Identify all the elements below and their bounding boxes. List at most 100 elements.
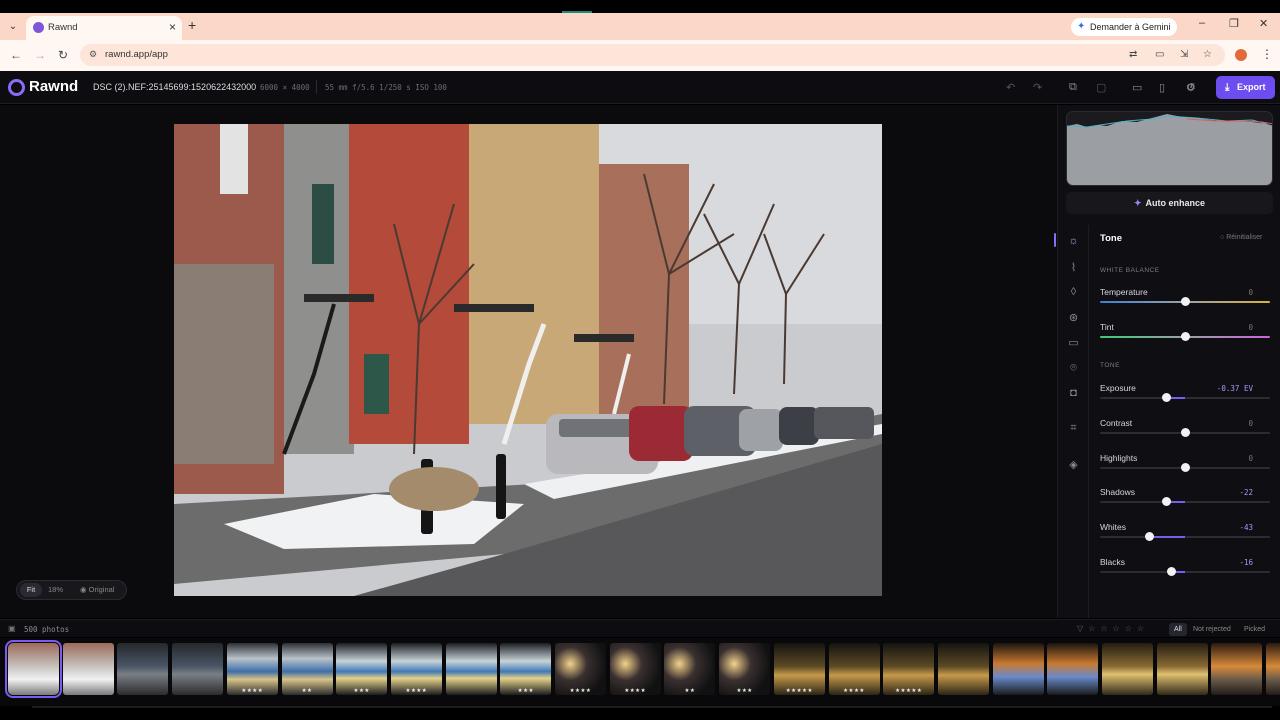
zoom-fit-button[interactable]: Fit — [20, 583, 42, 597]
vignette-icon[interactable]: ◘ — [1058, 387, 1089, 399]
tab-search-icon[interactable]: ⌄ — [6, 20, 20, 34]
detail-icon[interactable]: ▭ — [1058, 336, 1089, 349]
blacks-slider[interactable]: Blacks -16 — [1100, 557, 1270, 587]
slider-value[interactable]: -22 — [1239, 488, 1253, 497]
contrast-slider[interactable]: Contrast 0 — [1100, 418, 1270, 448]
filmstrip-thumbnail[interactable]: ★★★★ — [390, 643, 442, 695]
crop-icon[interactable]: ⌗ — [1058, 422, 1089, 435]
filmstrip-thumbnail[interactable]: ★★★★ — [226, 643, 278, 695]
filmstrip-thumbnail[interactable] — [992, 643, 1044, 695]
browser-tab[interactable]: Rawnd × — [26, 16, 182, 40]
slider-knob[interactable] — [1162, 393, 1172, 402]
exposure-slider[interactable]: Exposure -0.37 EV — [1100, 383, 1270, 413]
filter-not-rejected[interactable]: Not rejected — [1188, 623, 1236, 636]
slider-value[interactable]: 0 — [1248, 288, 1253, 297]
redo-icon[interactable]: ↷ — [1033, 81, 1042, 94]
profile-avatar[interactable] — [1235, 49, 1247, 61]
filter-picked[interactable]: Picked — [1239, 623, 1270, 636]
tone-tool-icon[interactable]: ☼ — [1058, 235, 1089, 247]
layers-icon[interactable]: ◈ — [1058, 458, 1089, 471]
auto-enhance-button[interactable]: ✦ Auto enhance — [1066, 192, 1273, 214]
url-text[interactable]: rawnd.app/app — [105, 49, 168, 60]
forward-icon[interactable]: → — [34, 48, 46, 62]
filmstrip-thumbnail[interactable] — [1266, 643, 1280, 695]
file-icon[interactable]: ▯ — [1159, 81, 1165, 94]
filmstrip-thumbnail[interactable] — [1047, 643, 1099, 695]
undo-icon[interactable]: ↶ — [1006, 81, 1015, 94]
filmstrip-thumbnail[interactable] — [1102, 643, 1153, 695]
copy-settings-icon[interactable]: ⧉ — [1069, 81, 1077, 94]
color-wheel-icon[interactable]: ⊛ — [1058, 311, 1089, 324]
filmstrip[interactable]: ★★★★ ★★ ★★★ ★★★★ ★★★ ★★★★ ★★★★ ★★ ★★★ ★★★★★ ★★★★ ★★… — [0, 638, 1280, 706]
filmstrip-thumbnail[interactable] — [937, 643, 989, 695]
filmstrip-thumbnail[interactable]: ★★ — [664, 643, 716, 695]
slider-value[interactable]: -0.37 EV — [1217, 384, 1253, 393]
slider-track[interactable] — [1100, 536, 1270, 538]
install-icon[interactable]: ⇲ — [1180, 49, 1188, 60]
site-info-icon[interactable]: ⚙ — [89, 49, 97, 60]
lens-icon[interactable]: ⌾ — [1058, 362, 1089, 375]
slider-value[interactable]: -43 — [1239, 523, 1253, 532]
restore-icon[interactable]: ❐ — [1229, 17, 1239, 30]
original-toggle[interactable]: ◉ Original — [80, 585, 114, 594]
tint-slider[interactable]: Tint 0 — [1100, 322, 1270, 352]
translate-icon[interactable]: ⇄ — [1129, 49, 1137, 60]
settings-icon[interactable]: ⚙ — [1186, 81, 1196, 94]
slider-knob[interactable] — [1181, 332, 1190, 341]
paste-settings-icon[interactable]: ▢ — [1096, 81, 1106, 94]
omnibox[interactable]: ⚙ rawnd.app/app ⇄ ▭ ⇲ ☆ — [80, 44, 1225, 66]
filmstrip-thumbnail[interactable]: ★★★ — [336, 643, 388, 695]
temperature-slider[interactable]: Temperature 0 — [1100, 287, 1270, 317]
slider-knob[interactable] — [1145, 532, 1155, 541]
whites-slider[interactable]: Whites -43 — [1100, 522, 1270, 552]
close-tab-icon[interactable]: × — [169, 20, 176, 34]
slider-track[interactable] — [1100, 397, 1270, 399]
new-tab-icon[interactable]: + — [188, 17, 196, 33]
bookmark-star-icon[interactable]: ☆ — [1203, 49, 1212, 60]
back-icon[interactable]: ← — [10, 48, 22, 62]
filmstrip-thumbnail[interactable]: ★★★★ — [828, 643, 880, 695]
filmstrip-thumbnail[interactable]: ★★★★ — [609, 643, 661, 695]
page-icon[interactable]: ▭ — [1155, 49, 1164, 60]
color-drop-icon[interactable]: ◊ — [1058, 286, 1089, 298]
filmstrip-thumbnail[interactable] — [1156, 643, 1208, 695]
filmstrip-thumbnail[interactable]: ★★★ — [719, 643, 771, 695]
filmstrip-thumbnail[interactable] — [445, 643, 497, 695]
filmstrip-thumbnail[interactable] — [117, 643, 169, 695]
slider-knob[interactable] — [1167, 567, 1177, 576]
slider-value[interactable]: 0 — [1248, 323, 1253, 332]
filter-all[interactable]: All — [1169, 623, 1187, 636]
filmstrip-thumbnail[interactable] — [1211, 643, 1263, 695]
filmstrip-thumbnail[interactable]: ★★ — [281, 643, 333, 695]
scrollbar[interactable] — [32, 706, 1272, 708]
library-icon[interactable]: ▣ — [8, 624, 16, 633]
photo-canvas[interactable]: Fit 18% ◉ Original — [0, 105, 1057, 618]
filmstrip-thumbnail[interactable]: ★★★★★ — [773, 643, 825, 695]
close-window-icon[interactable]: ✕ — [1259, 17, 1268, 30]
reset-button[interactable]: ○ Réinitialiser — [1220, 234, 1262, 241]
rating-filter[interactable]: ▽☆☆☆☆☆ — [1077, 624, 1149, 633]
browser-menu-icon[interactable]: ⋮ — [1261, 47, 1273, 61]
slider-track[interactable] — [1100, 571, 1270, 573]
reload-icon[interactable]: ↻ — [58, 48, 68, 62]
slider-value[interactable]: 0 — [1248, 454, 1253, 463]
filmstrip-thumbnail[interactable]: ★★★★★ — [883, 643, 935, 695]
filmstrip-thumbnail[interactable] — [62, 643, 114, 695]
slider-knob[interactable] — [1162, 497, 1172, 506]
zoom-percent[interactable]: 18% — [48, 585, 63, 594]
filmstrip-thumbnail[interactable]: ★★★★ — [555, 643, 606, 695]
slider-knob[interactable] — [1181, 297, 1190, 306]
shadows-slider[interactable]: Shadows -22 — [1100, 487, 1270, 517]
filmstrip-thumbnail[interactable] — [172, 643, 224, 695]
filmstrip-thumbnail[interactable]: ★★★ — [500, 643, 552, 695]
open-folder-icon[interactable]: ▭ — [1132, 81, 1142, 94]
slider-knob[interactable] — [1181, 463, 1190, 472]
curves-tool-icon[interactable]: ⌇ — [1058, 261, 1089, 274]
slider-track[interactable] — [1100, 501, 1270, 503]
minimize-icon[interactable]: – — [1199, 17, 1205, 29]
filmstrip-thumbnail[interactable] — [5, 640, 62, 698]
highlights-slider[interactable]: Highlights 0 — [1100, 453, 1270, 483]
gemini-button[interactable]: ✦ Demander à Gemini — [1071, 18, 1177, 36]
slider-value[interactable]: 0 — [1248, 419, 1253, 428]
slider-knob[interactable] — [1181, 428, 1190, 437]
